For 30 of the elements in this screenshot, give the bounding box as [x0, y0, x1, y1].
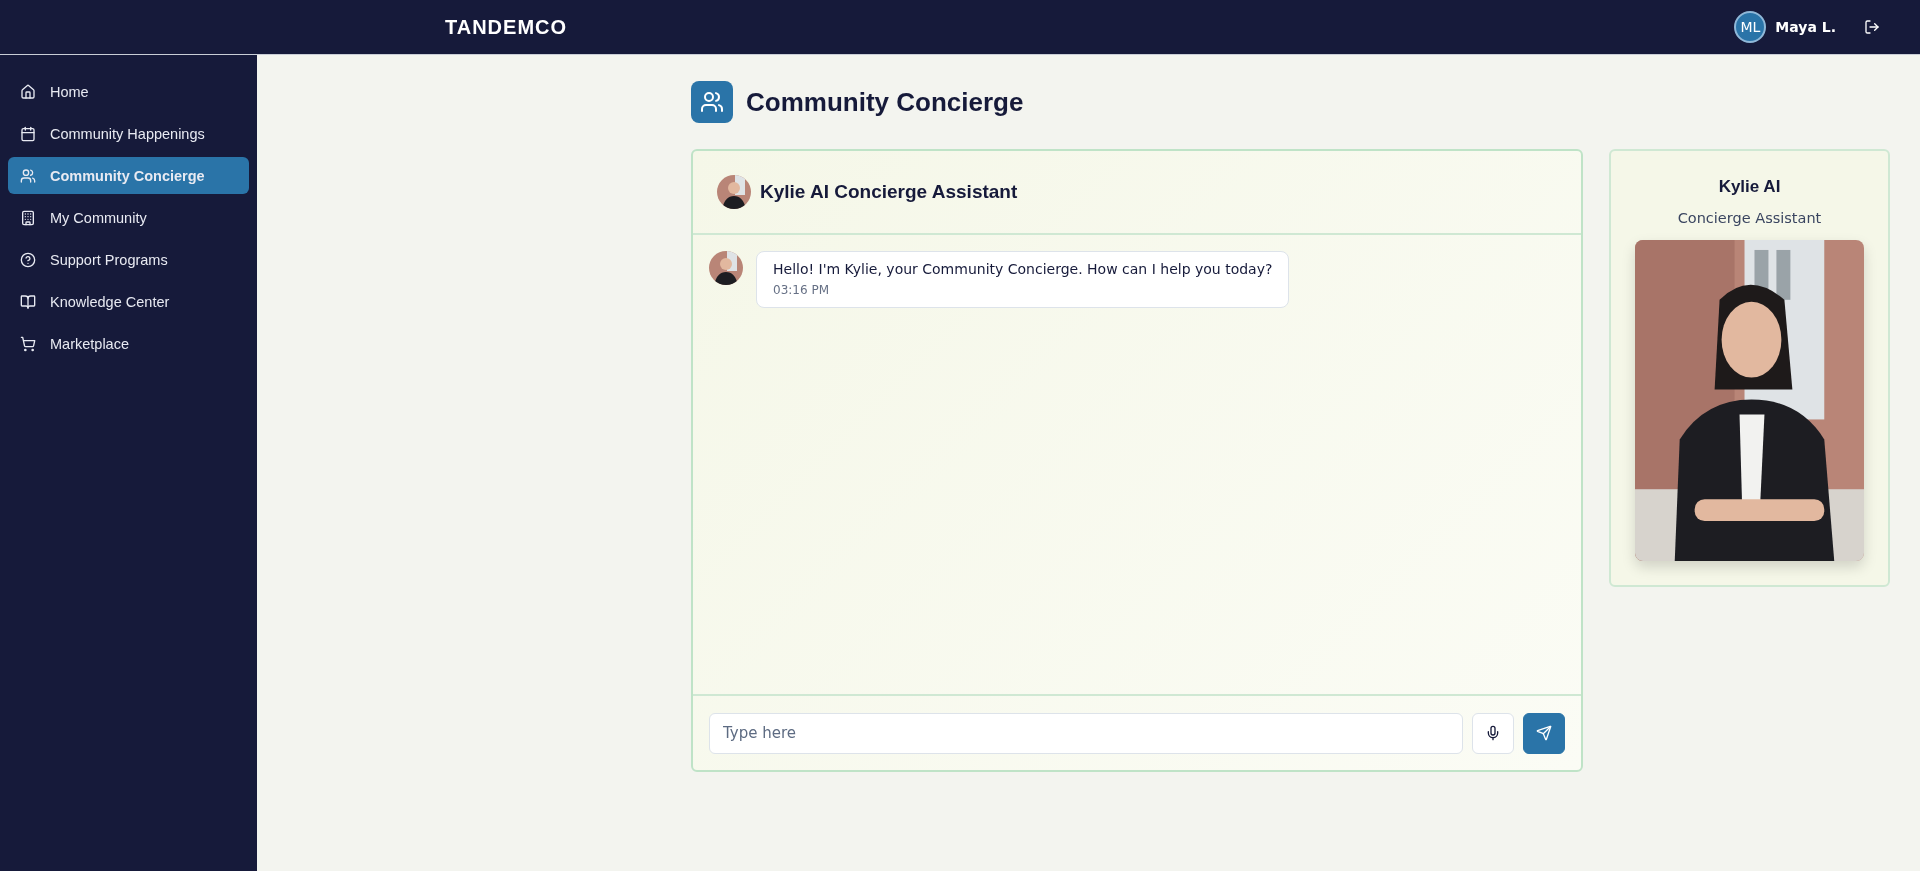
logout-icon[interactable] [1864, 19, 1880, 35]
building-icon [20, 209, 36, 226]
user-name: Maya L. [1775, 19, 1836, 35]
message-time: 03:16 PM [773, 283, 830, 297]
cart-icon [20, 335, 36, 352]
sidebar-item[interactable]: My Community [8, 199, 249, 236]
microphone-button[interactable] [1472, 712, 1514, 754]
sidebar-item[interactable]: Community Concierge [8, 157, 249, 194]
profile-role: Concierge Assistant [1677, 210, 1822, 226]
calendar-icon [20, 125, 36, 142]
help-icon [20, 251, 36, 268]
chat-title: Kylie AI Concierge Assistant [760, 181, 1018, 203]
sidebar-item[interactable]: Support Programs [8, 241, 249, 278]
sidebar-item[interactable]: Knowledge Center [8, 283, 249, 320]
microphone-icon [1485, 725, 1501, 741]
send-icon [1536, 725, 1552, 741]
home-icon [20, 83, 36, 100]
profile-name: Kylie AI [1718, 177, 1781, 197]
sidebar-item[interactable]: Home [8, 73, 249, 110]
send-button[interactable] [1523, 712, 1565, 754]
users-icon [691, 81, 733, 123]
logo: TANDEMCO [445, 15, 568, 39]
user-avatar: ML [1734, 11, 1767, 43]
book-icon [20, 293, 36, 310]
page-title: Community Concierge [746, 86, 1024, 118]
message-text: Hello! I'm Kylie, your Community Concierge. How can I help you today? [773, 261, 1273, 277]
sidebar-item[interactable]: Community Happenings [8, 115, 249, 152]
message-input[interactable]: Type here [709, 712, 1463, 754]
users-icon [20, 167, 36, 184]
sidebar-item[interactable]: Marketplace [8, 325, 249, 362]
